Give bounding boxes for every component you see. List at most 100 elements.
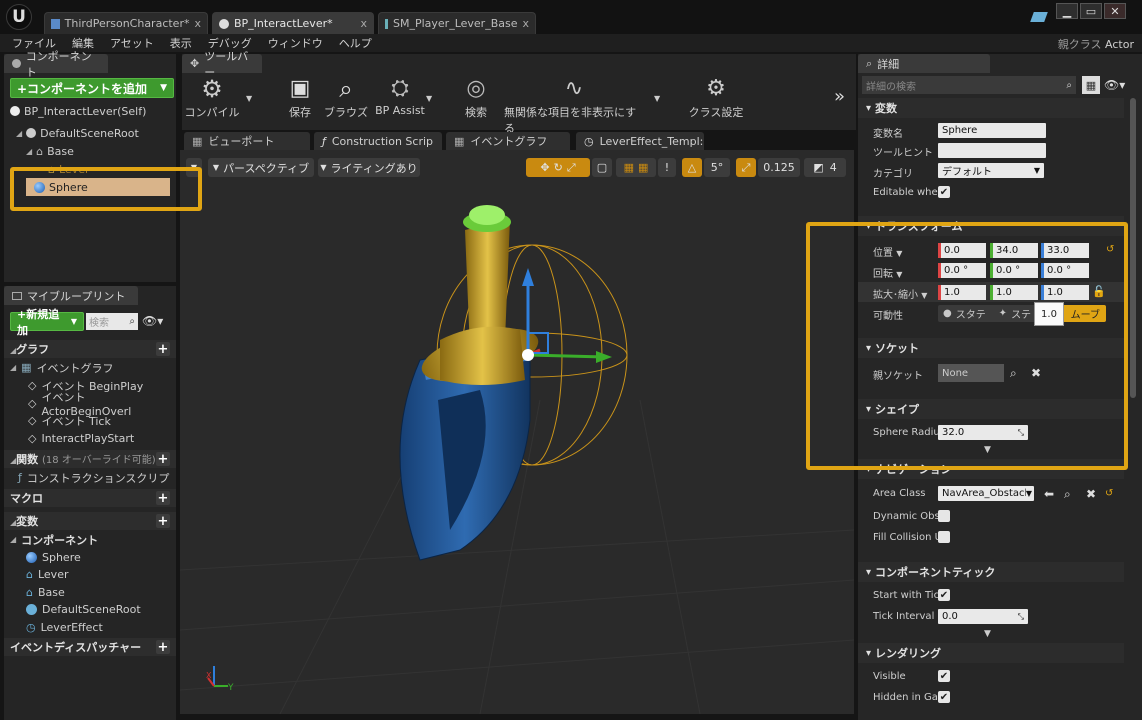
notification-icon[interactable] xyxy=(1030,12,1048,22)
new-add-button[interactable]: +新規追加 ▼ xyxy=(10,308,84,337)
var-default-scene-root[interactable]: DefaultSceneRoot xyxy=(26,601,141,619)
close-tab-icon[interactable]: x xyxy=(360,17,367,30)
minimize-icon[interactable]: ▁ xyxy=(1056,3,1078,19)
perspective-button[interactable]: ▼ パースペクティブ xyxy=(208,158,314,177)
parent-class-value[interactable]: Actor xyxy=(1105,38,1134,51)
scale-icon[interactable]: ⤢ xyxy=(567,161,576,175)
menu-view[interactable]: 表示 xyxy=(170,35,192,51)
tooltip-input[interactable] xyxy=(938,143,1046,158)
section-functions[interactable]: ◢関数 (18 オーバーライド可能) + xyxy=(4,450,176,468)
event-graph-item[interactable]: ◢ ▦ イベントグラフ xyxy=(10,359,114,377)
scale-snap-value[interactable]: 0.125 xyxy=(758,158,800,177)
tree-item-default-scene-root[interactable]: ◢ DefaultSceneRoot xyxy=(16,124,139,142)
var-lever[interactable]: ⌂ Lever xyxy=(26,566,69,584)
property-matrix-icon[interactable]: ▦ xyxy=(1082,76,1100,94)
tick-interval-field[interactable]: 0.0 ⤡ xyxy=(938,609,1028,624)
compile-button[interactable]: ⚙ コンパイル xyxy=(184,74,240,120)
chevron-down-icon[interactable]: ▼ xyxy=(246,94,252,103)
self-item[interactable]: BP_InteractLever(Self) xyxy=(10,102,146,120)
grid-snap-value[interactable]: ! xyxy=(658,158,676,177)
fill-collision-checkbox[interactable] xyxy=(938,531,950,543)
lighting-button[interactable]: ▼ ライティングあり xyxy=(318,158,420,177)
rotation-snap-toggle[interactable]: △ xyxy=(682,158,702,177)
section-variables[interactable]: ◢変数 + xyxy=(4,512,176,530)
eye-icon[interactable]: 👁▾ xyxy=(142,314,163,328)
chevron-down-icon[interactable]: ▼ xyxy=(654,94,660,103)
tab-toolbar[interactable]: ✥ ツールバー xyxy=(182,50,262,79)
expand-arrow-icon[interactable]: ◢ xyxy=(10,363,16,372)
tab-lever-effect[interactable]: ◷ LeverEffect_Templ: xyxy=(576,132,704,150)
save-button[interactable]: ▣ 保存 xyxy=(282,74,318,120)
add-dispatcher-button[interactable]: + xyxy=(156,640,170,655)
close-tab-icon[interactable]: x xyxy=(194,17,201,30)
start-tick-checkbox[interactable]: ✔ xyxy=(938,589,950,601)
var-sphere[interactable]: Sphere xyxy=(26,549,81,567)
move-icon[interactable]: ✥ xyxy=(540,161,549,174)
doc-tab-third-person[interactable]: ThirdPersonCharacter* x xyxy=(44,12,208,34)
var-base[interactable]: ⌂ Base xyxy=(26,584,65,602)
menu-help[interactable]: ヘルプ xyxy=(339,35,372,51)
tab-event-graph[interactable]: ▦ イベントグラフ xyxy=(446,132,570,150)
editable-checkbox[interactable]: ✔ xyxy=(938,186,950,198)
section-graphs[interactable]: ◢グラフ + xyxy=(4,340,176,358)
close-window-icon[interactable]: ✕ xyxy=(1104,3,1126,19)
expand-advanced-icon[interactable]: ▼ xyxy=(984,629,991,639)
rotation-snap-value[interactable]: 5° xyxy=(704,158,730,177)
event-item[interactable]: ◇ InteractPlayStart xyxy=(28,430,134,448)
section-variable[interactable]: 変数 xyxy=(858,98,1124,118)
visible-checkbox[interactable]: ✔ xyxy=(938,670,950,682)
tab-viewport[interactable]: ▦ ビューポート xyxy=(184,132,310,150)
blueprint-search-input[interactable]: 検索 ⌕ xyxy=(86,313,138,330)
menu-window[interactable]: ウィンドウ xyxy=(268,35,323,51)
toolbar-overflow-icon[interactable]: » xyxy=(834,86,845,107)
eye-icon[interactable]: 👁▾ xyxy=(1104,78,1125,92)
add-variable-button[interactable]: + xyxy=(156,514,170,529)
hide-unrelated-button[interactable]: ∿ 無関係な項目を非表示にする xyxy=(504,74,644,136)
add-graph-button[interactable]: + xyxy=(156,342,170,357)
details-scrollbar[interactable] xyxy=(1130,98,1136,398)
hidden-in-game-checkbox[interactable]: ✔ xyxy=(938,691,950,703)
menu-asset[interactable]: アセット xyxy=(110,35,154,51)
close-tab-icon[interactable]: x xyxy=(522,17,529,30)
section-rendering[interactable]: レンダリング xyxy=(858,643,1124,663)
world-local-button[interactable]: ▢ xyxy=(592,158,612,177)
maximize-icon[interactable]: ▭ xyxy=(1080,3,1102,19)
add-function-button[interactable]: + xyxy=(156,452,170,467)
tab-construction-script[interactable]: ƒ Construction Scrip xyxy=(314,132,442,150)
tab-my-blueprint[interactable]: マイブループリント xyxy=(4,286,138,305)
add-macro-button[interactable]: + xyxy=(156,491,170,506)
doc-tab-interact-lever[interactable]: BP_InteractLever* x xyxy=(212,12,374,34)
reset-icon[interactable]: ↺ xyxy=(1105,488,1113,499)
browse-icon[interactable]: ⌕ xyxy=(1064,487,1071,502)
section-component-tick[interactable]: コンポーネントティック xyxy=(858,562,1124,582)
browse-button[interactable]: ⌕ ブラウズ xyxy=(324,74,368,120)
var-lever-effect[interactable]: ◷ LeverEffect xyxy=(26,619,103,637)
use-selected-icon[interactable]: ⬅ xyxy=(1044,487,1054,501)
expand-arrow-icon[interactable]: ◢ xyxy=(10,535,16,544)
chevron-down-icon[interactable]: ▼ xyxy=(426,94,432,103)
bp-assist-button[interactable]: ⛭ BP Assist xyxy=(374,74,426,117)
event-item[interactable]: ◇ イベント ActorBeginOverl xyxy=(28,391,176,418)
variable-name-input[interactable]: Sphere xyxy=(938,123,1046,138)
scale-snap-toggle[interactable]: ⤢ xyxy=(736,158,756,177)
search-icon[interactable]: ⌕ xyxy=(129,316,135,327)
category-dropdown[interactable]: デフォルト ▼ xyxy=(938,163,1044,178)
tab-components[interactable]: コンポーネント xyxy=(4,50,108,79)
details-search-input[interactable]: 詳細の検索 ⌕ xyxy=(862,76,1076,94)
expand-arrow-icon[interactable]: ◢ xyxy=(16,129,22,138)
construction-script-item[interactable]: ƒ コンストラクションスクリプ xyxy=(18,469,169,487)
expand-arrow-icon[interactable]: ◢ xyxy=(26,147,32,156)
section-macros[interactable]: マクロ + xyxy=(4,489,176,507)
tree-item-base[interactable]: ◢ ⌂ Base xyxy=(26,142,74,160)
dynamic-obstacle-checkbox[interactable] xyxy=(938,510,950,522)
viewport-scene[interactable]: X Y xyxy=(180,150,854,714)
section-event-dispatchers[interactable]: イベントディスパッチャー + xyxy=(4,638,176,656)
event-item[interactable]: ◇ イベント Tick xyxy=(28,412,111,430)
doc-tab-sm-lever-base[interactable]: SM_Player_Lever_Base x xyxy=(378,12,536,34)
find-button[interactable]: ◎ 検索 xyxy=(458,74,494,120)
grid-snap-button[interactable]: ▦ ▦ xyxy=(616,158,656,177)
tab-details[interactable]: ⌕ 詳細 xyxy=(858,54,990,73)
components-category[interactable]: ◢ コンポーネント xyxy=(10,531,98,549)
clear-icon[interactable]: ✖ xyxy=(1086,487,1096,501)
transform-mode-group[interactable]: ✥ ↻ ⤢ xyxy=(526,158,590,177)
